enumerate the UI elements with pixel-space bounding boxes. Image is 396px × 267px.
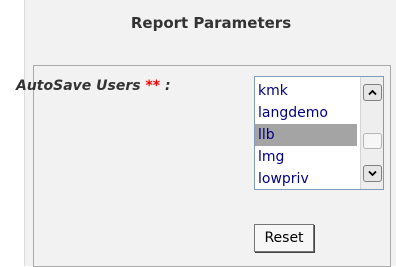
list-item[interactable]: kmk [255, 80, 357, 102]
chevron-down-icon [368, 170, 377, 177]
list-item-selected[interactable]: llb [255, 124, 357, 146]
autosave-users-listbox[interactable]: kmk langdemo llb lmg lowpriv [254, 76, 384, 190]
required-marker: ** [145, 78, 161, 94]
reset-button[interactable]: Reset [254, 224, 314, 252]
list-item[interactable]: lmg [255, 146, 357, 168]
scrollbar-thumb[interactable] [363, 133, 382, 149]
field-label-text: AutoSave Users [16, 78, 141, 94]
label-suffix: : [160, 78, 171, 94]
listbox-items: kmk langdemo llb lmg lowpriv [255, 80, 357, 189]
page-title: Report Parameters [130, 14, 292, 32]
chevron-up-icon [368, 89, 377, 96]
scroll-up-button[interactable] [363, 84, 382, 101]
listbox-scrollbar[interactable] [360, 77, 383, 189]
scroll-down-button[interactable] [363, 165, 382, 182]
list-item[interactable]: langdemo [255, 102, 357, 124]
list-item[interactable]: lowpriv [255, 168, 357, 189]
autosave-users-label: AutoSave Users ** : [16, 78, 171, 94]
